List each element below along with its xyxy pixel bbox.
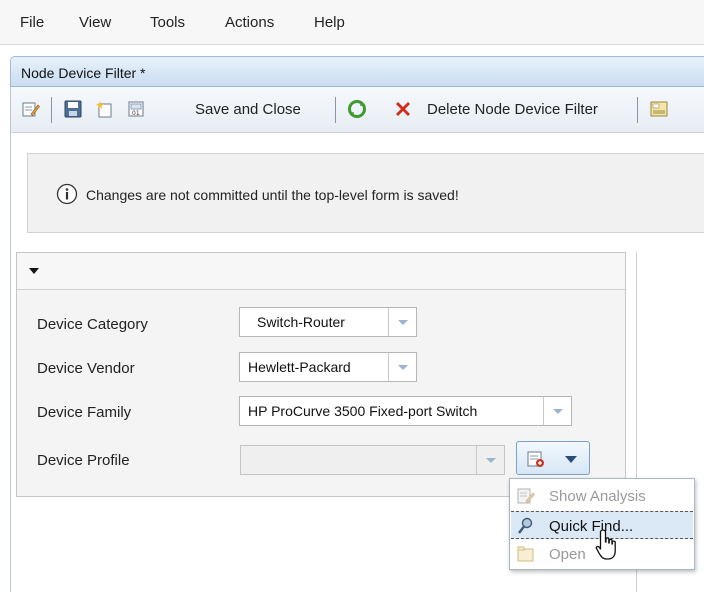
menu-bar: File View Tools Actions Help [0, 0, 704, 45]
menu-help[interactable]: Help [314, 14, 345, 31]
device-category-value: Switch-Router [257, 314, 345, 330]
chevron-down-icon[interactable] [476, 446, 504, 474]
device-vendor-select[interactable]: Hewlett-Packard [239, 352, 417, 382]
chevron-down-icon[interactable] [543, 397, 571, 425]
chevron-down-icon[interactable] [388, 308, 416, 336]
hand-cursor-icon [595, 529, 616, 560]
menu-item-label: Open [549, 546, 586, 563]
edit-icon[interactable] [21, 99, 41, 119]
chevron-down-icon[interactable] [388, 353, 416, 381]
menu-tools[interactable]: Tools [150, 14, 185, 31]
info-message: Changes are not committed until the top-… [86, 187, 459, 203]
report-icon[interactable] [649, 99, 669, 119]
device-family-value: HP ProCurve 3500 Fixed-port Switch [248, 403, 478, 419]
profile-actions-button[interactable] [516, 441, 590, 475]
save-icon[interactable] [63, 99, 83, 119]
collapse-caret-icon[interactable] [29, 268, 39, 274]
device-family-select[interactable]: HP ProCurve 3500 Fixed-port Switch [239, 396, 572, 426]
menu-item-show-analysis[interactable]: Show Analysis [511, 482, 693, 510]
tab-title: Node Device Filter * [21, 65, 146, 81]
menu-view[interactable]: View [79, 14, 111, 31]
toolbar: 01 Save and Close Delete Node Device Fil… [10, 87, 704, 133]
menu-item-label: Show Analysis [549, 488, 646, 505]
device-vendor-label: Device Vendor [37, 360, 135, 377]
toolbar-separator [637, 97, 638, 123]
delete-icon[interactable] [393, 99, 413, 119]
toolbar-separator [51, 97, 52, 123]
menu-actions[interactable]: Actions [225, 14, 274, 31]
info-icon [56, 183, 78, 205]
toolbar-separator [335, 97, 336, 123]
new-icon[interactable] [95, 99, 115, 119]
device-family-label: Device Family [37, 404, 132, 421]
menu-file[interactable]: File [20, 14, 44, 31]
delete-node-device-filter-button[interactable]: Delete Node Device Filter [427, 101, 598, 118]
tab-strip: Node Device Filter * [0, 50, 704, 87]
analysis-icon [517, 488, 535, 504]
chevron-down-icon[interactable] [565, 456, 577, 463]
panel-header[interactable] [17, 253, 625, 290]
svg-text:01: 01 [132, 110, 140, 117]
info-banner: Changes are not committed until the top-… [27, 153, 704, 233]
device-profile-select[interactable] [240, 445, 505, 475]
profile-actions-icon [527, 451, 544, 467]
open-icon [517, 546, 534, 562]
refresh-icon[interactable] [347, 99, 367, 119]
save-close-icon[interactable]: 01 [127, 99, 147, 119]
tab-node-device-filter[interactable]: Node Device Filter * [10, 56, 704, 87]
device-category-select[interactable]: Switch-Router [239, 307, 417, 337]
device-category-label: Device Category [37, 316, 148, 333]
quick-find-icon [518, 517, 533, 534]
device-vendor-value: Hewlett-Packard [248, 359, 351, 375]
save-and-close-button[interactable]: Save and Close [195, 101, 301, 118]
device-profile-label: Device Profile [37, 452, 130, 469]
